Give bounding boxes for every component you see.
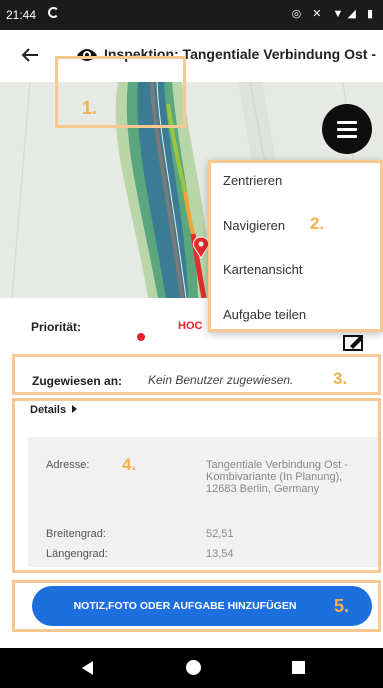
sync-icon <box>48 7 59 18</box>
status-time: 21:44 <box>6 8 37 22</box>
latitude-value: 52,51 <box>206 528 234 540</box>
menu-icon[interactable] <box>322 104 372 154</box>
assigned-value: Kein Benutzer zugewiesen. <box>148 373 294 387</box>
annotation-number-1: 1. <box>82 98 98 118</box>
address-value: Tangentiale Verbindung Ost - Kombivarian… <box>206 459 348 495</box>
annotation-number-5: 5. <box>334 596 350 616</box>
details-toggle[interactable]: Details <box>30 404 78 416</box>
edit-icon[interactable] <box>343 333 365 351</box>
menu-item-navigieren[interactable]: Navigieren <box>223 218 285 233</box>
annotation-number-3: 3. <box>333 369 348 388</box>
nav-back-icon[interactable] <box>82 661 93 675</box>
map-options-menu: Zentrieren Navigieren Kartenansicht Aufg… <box>208 160 383 332</box>
priority-label: Priorität: <box>31 320 82 334</box>
menu-item-aufgabe-teilen[interactable]: Aufgabe teilen <box>223 307 306 322</box>
menu-item-zentrieren[interactable]: Zentrieren <box>223 173 282 188</box>
latitude-label: Breitengrad: <box>46 528 106 540</box>
back-arrow-icon[interactable] <box>18 43 42 67</box>
system-nav-bar <box>0 648 383 688</box>
priority-value: HOC <box>178 320 203 332</box>
add-note-photo-task-button[interactable]: NOTIZ,FOTO ODER AUFGABE HINZUFÜGEN <box>32 586 372 626</box>
caret-right-icon <box>72 405 78 413</box>
details-label: Details <box>30 404 67 416</box>
longitude-label: Längengrad: <box>46 548 108 560</box>
nav-home-icon[interactable] <box>186 660 201 675</box>
menu-item-kartenansicht[interactable]: Kartenansicht <box>223 262 303 277</box>
details-panel: Adresse: Tangentiale Verbindung Ost - Ko… <box>28 437 382 567</box>
app-bar: Inspektion: Tangentiale Verbindung Ost - <box>0 30 383 82</box>
status-bar: 21:44 ◎ ✕ ▼◢ ▮ <box>0 0 383 30</box>
nav-recents-icon[interactable] <box>292 661 305 674</box>
status-icons: ◎ ✕ ▼◢ ▮ <box>291 8 377 20</box>
priority-indicator <box>137 333 145 341</box>
assigned-label: Zugewiesen an: <box>32 374 123 388</box>
eye-icon <box>77 49 97 61</box>
page-title: Inspektion: Tangentiale Verbindung Ost - <box>104 46 376 62</box>
annotation-number-4: 4. <box>122 455 137 474</box>
address-label: Adresse: <box>46 459 90 471</box>
assigned-row[interactable]: Zugewiesen an: Kein Benutzer zugewiesen. <box>14 361 381 395</box>
annotation-number-2: 2. <box>310 214 325 233</box>
longitude-value: 13,54 <box>206 548 234 560</box>
